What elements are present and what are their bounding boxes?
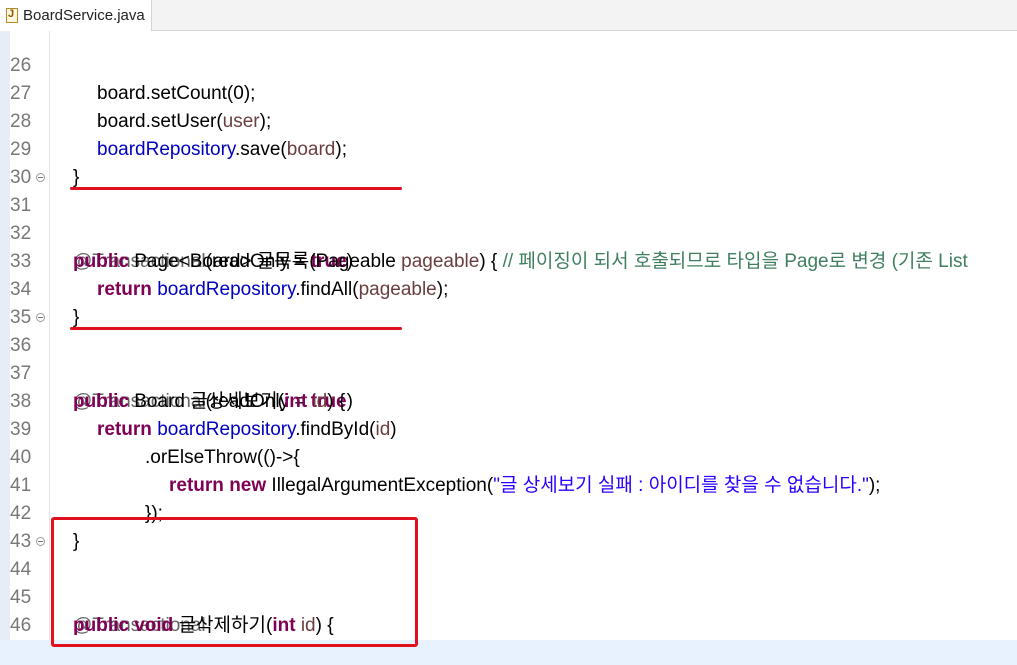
code-line: 28 boardRepository.save(board);: [0, 80, 1017, 160]
code-line: 37 public Board 글상세보기(int id) {: [0, 332, 1017, 412]
code-line: 26 board.setCount(0);: [0, 31, 1017, 104]
code-line: 34 }: [0, 248, 1017, 328]
code-editor[interactable]: 26 board.setCount(0); 27 board.setUser(u…: [0, 31, 1017, 665]
editor-tab-bar: BoardService.java: [0, 0, 1017, 31]
red-highlight-box: [51, 517, 418, 647]
code-line: 39 .orElseThrow(()->{: [0, 388, 1017, 468]
code-line: 35: [0, 276, 1017, 328]
fold-toggle-icon[interactable]: [36, 313, 45, 322]
red-underline-annotation: [70, 187, 402, 190]
code-line: 27 board.setUser(user);: [0, 52, 1017, 132]
code-line: 30: [0, 136, 1017, 188]
code-line: 29 }: [0, 108, 1017, 188]
code-line: 40 return new IllegalArgumentException("…: [0, 416, 1017, 496]
code-line: 32 public Page<Board> 글목록(Pageable pagea…: [0, 192, 1017, 272]
code-line: 42 }: [0, 472, 1017, 552]
code-line: 41 });: [0, 444, 1017, 524]
code-line: 33 return boardRepository.findAll(pageab…: [0, 220, 1017, 300]
java-file-icon: [6, 8, 18, 23]
tab-boardservice-java[interactable]: BoardService.java: [0, 0, 152, 31]
tab-label: BoardService.java: [23, 7, 145, 24]
code-line: 38 return boardRepository.findById(id): [0, 360, 1017, 440]
red-underline-annotation: [70, 327, 402, 330]
fold-toggle-icon[interactable]: [36, 173, 45, 182]
fold-toggle-icon[interactable]: [36, 537, 45, 546]
